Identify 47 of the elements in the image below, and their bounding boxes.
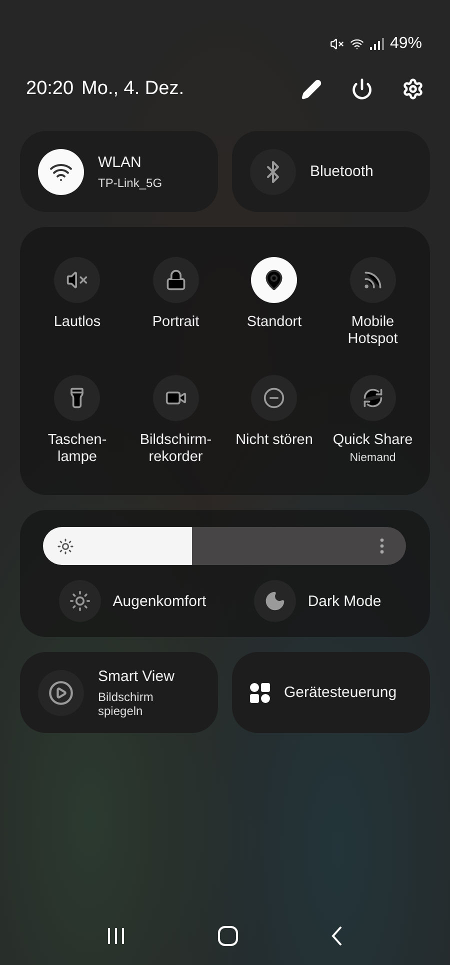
toggle-label: Augenkomfort (112, 592, 206, 610)
tile-title: Smart View (98, 668, 176, 684)
home-icon[interactable] (218, 926, 238, 946)
tile-subtitle: TP-Link_5G (98, 176, 162, 190)
grid-icon (250, 682, 270, 702)
minus-circle-icon[interactable] (251, 375, 298, 421)
cast-icon[interactable] (350, 257, 396, 303)
edit-button[interactable] (301, 78, 322, 100)
toggle-tile[interactable]: WLAN TP-Link_5G (20, 131, 218, 212)
toggle-label: Mobile Hotspot (346, 314, 399, 348)
tile-title: Bluetooth (310, 163, 374, 180)
video-icon[interactable] (152, 375, 199, 421)
flashlight-icon[interactable] (54, 375, 100, 421)
tile-subtitle: Bildschirm spiegeln (98, 690, 154, 718)
toggle-label: Taschen-lampe (46, 432, 108, 466)
toggle-tile[interactable]: Bluetooth (232, 131, 430, 212)
sun-icon (57, 538, 74, 555)
brightness-slider[interactable] (43, 527, 406, 565)
tile-title: WLAN (98, 154, 142, 170)
toggle-label: Quick Share (332, 432, 414, 449)
play-icon (38, 670, 84, 716)
power-button[interactable] (351, 78, 373, 100)
back-icon[interactable] (331, 926, 344, 946)
signal-icon (370, 38, 384, 50)
sync-arrows-icon[interactable] (350, 375, 396, 421)
toggle-label: Bildschirm-rekorder (138, 432, 213, 466)
toggle-sublabel: Niemand (350, 452, 396, 464)
location-pin-icon[interactable] (251, 257, 298, 303)
tile-title: Gerätesteuerung (284, 684, 397, 701)
date: Mo., 4. Dez. (82, 78, 185, 100)
recents-icon[interactable] (106, 927, 125, 945)
toggle-label: Portrait (151, 314, 200, 331)
lock-icon[interactable] (152, 257, 199, 303)
shortcut-tile[interactable]: Gerätesteuerung (232, 652, 430, 733)
wifi-icon (350, 37, 364, 51)
toggle-label: Lautlos (52, 314, 102, 331)
toggle-label: Nicht stören (234, 432, 314, 449)
shortcut-tile[interactable]: Smart View Bildschirm spiegeln (20, 652, 218, 733)
mute-icon[interactable] (54, 257, 100, 303)
sun-icon[interactable] (58, 580, 101, 622)
mute-icon (330, 37, 344, 51)
clock-time: 20:20 (26, 78, 74, 100)
battery-percent: 49% (390, 35, 422, 53)
toggle-label: Dark Mode (308, 592, 382, 610)
moon-icon[interactable] (254, 580, 296, 622)
settings-button[interactable] (402, 78, 424, 100)
toggle-label: Standort (246, 314, 303, 331)
